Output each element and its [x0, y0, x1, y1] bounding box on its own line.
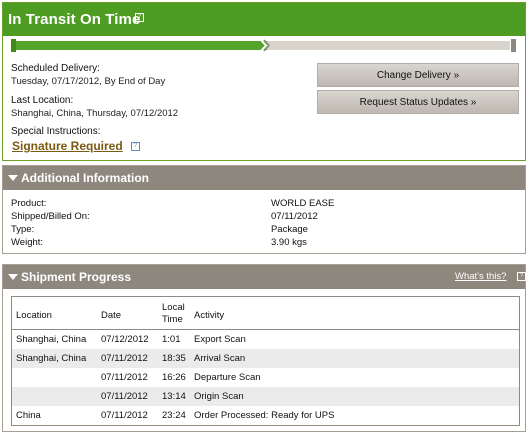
- row-time: 16:26: [162, 372, 186, 383]
- delivery-progress-bar: [11, 39, 516, 52]
- row-location: Shanghai, China: [16, 334, 87, 345]
- collapse-triangle-icon[interactable]: [8, 175, 18, 181]
- collapse-triangle-icon[interactable]: [8, 274, 18, 280]
- shipment-progress-title: Shipment Progress: [21, 270, 132, 284]
- row-time: 23:24: [162, 410, 186, 421]
- help-icon[interactable]: ?: [131, 142, 140, 151]
- table-row: 07/11/2012 16:26 Departure Scan: [12, 368, 519, 387]
- progress-fill: [15, 41, 267, 50]
- request-status-updates-button[interactable]: Request Status Updates »: [317, 90, 519, 114]
- table-row: 07/11/2012 13:14 Origin Scan: [12, 387, 519, 406]
- table-row: China 07/11/2012 23:24 Order Processed: …: [12, 406, 519, 425]
- additional-information-title: Additional Information: [21, 171, 149, 185]
- column-header-location: Location: [16, 310, 52, 321]
- type-label: Type:: [11, 224, 35, 235]
- progress-start-cap: [11, 39, 16, 52]
- row-activity: Order Processed: Ready for UPS: [194, 410, 335, 421]
- row-date: 07/11/2012: [101, 391, 148, 402]
- scheduled-delivery-label: Scheduled Delivery:: [11, 63, 100, 74]
- special-instructions-label: Special Instructions:: [11, 126, 101, 137]
- progress-chevron-icon: [259, 39, 271, 52]
- shipment-progress-header[interactable]: Shipment Progress What's this? ?: [3, 265, 526, 289]
- product-label: Product:: [11, 198, 47, 209]
- additional-information-header[interactable]: Additional Information: [3, 166, 525, 190]
- row-time: 18:35: [162, 353, 186, 364]
- last-location-label: Last Location:: [11, 95, 74, 106]
- last-location-value: Shanghai, China, Thursday, 07/12/2012: [11, 108, 179, 119]
- column-header-activity: Activity: [194, 310, 225, 321]
- row-location: China: [16, 410, 41, 421]
- change-delivery-button[interactable]: Change Delivery »: [317, 63, 519, 87]
- status-title: In Transit On Time: [8, 11, 141, 28]
- row-time: 13:14: [162, 391, 186, 402]
- weight-value: 3.90 kgs: [271, 237, 307, 248]
- help-icon[interactable]: ?: [517, 272, 526, 281]
- scheduled-delivery-value: Tuesday, 07/17/2012, By End of Day: [11, 76, 166, 87]
- signature-required-link[interactable]: Signature Required: [12, 139, 123, 153]
- row-activity: Origin Scan: [194, 391, 244, 402]
- row-date: 07/11/2012: [101, 410, 148, 421]
- column-header-time: Time: [162, 314, 183, 325]
- column-header-date: Date: [101, 310, 122, 321]
- status-panel: In Transit On Time ? Scheduled Delivery:…: [2, 2, 526, 161]
- product-value: WORLD EASE: [271, 198, 335, 209]
- additional-information-panel: Additional Information Product: WORLD EA…: [2, 165, 526, 254]
- whats-this-link[interactable]: What's this?: [455, 271, 506, 282]
- progress-end-cap: [511, 39, 516, 52]
- row-activity: Departure Scan: [194, 372, 261, 383]
- row-activity: Export Scan: [194, 334, 246, 345]
- row-date: 07/11/2012: [101, 372, 148, 383]
- shipped-billed-label: Shipped/Billed On:: [11, 211, 90, 222]
- table-row: Shanghai, China 07/12/2012 1:01 Export S…: [12, 330, 519, 349]
- status-header: In Transit On Time ?: [3, 3, 525, 36]
- help-icon[interactable]: ?: [135, 13, 144, 22]
- row-location: Shanghai, China: [16, 353, 87, 364]
- weight-label: Weight:: [11, 237, 44, 248]
- row-time: 1:01: [162, 334, 181, 345]
- row-date: 07/12/2012: [101, 334, 149, 345]
- row-date: 07/11/2012: [101, 353, 148, 364]
- shipment-progress-panel: Shipment Progress What's this? ? Locatio…: [2, 264, 526, 432]
- column-header-local: Local: [162, 302, 185, 313]
- table-row: Shanghai, China 07/11/2012 18:35 Arrival…: [12, 349, 519, 368]
- row-activity: Arrival Scan: [194, 353, 246, 364]
- shipment-progress-table: Location Date Local Time Activity Shangh…: [11, 296, 520, 426]
- type-value: Package: [271, 224, 308, 235]
- shipped-billed-value: 07/11/2012: [271, 211, 318, 222]
